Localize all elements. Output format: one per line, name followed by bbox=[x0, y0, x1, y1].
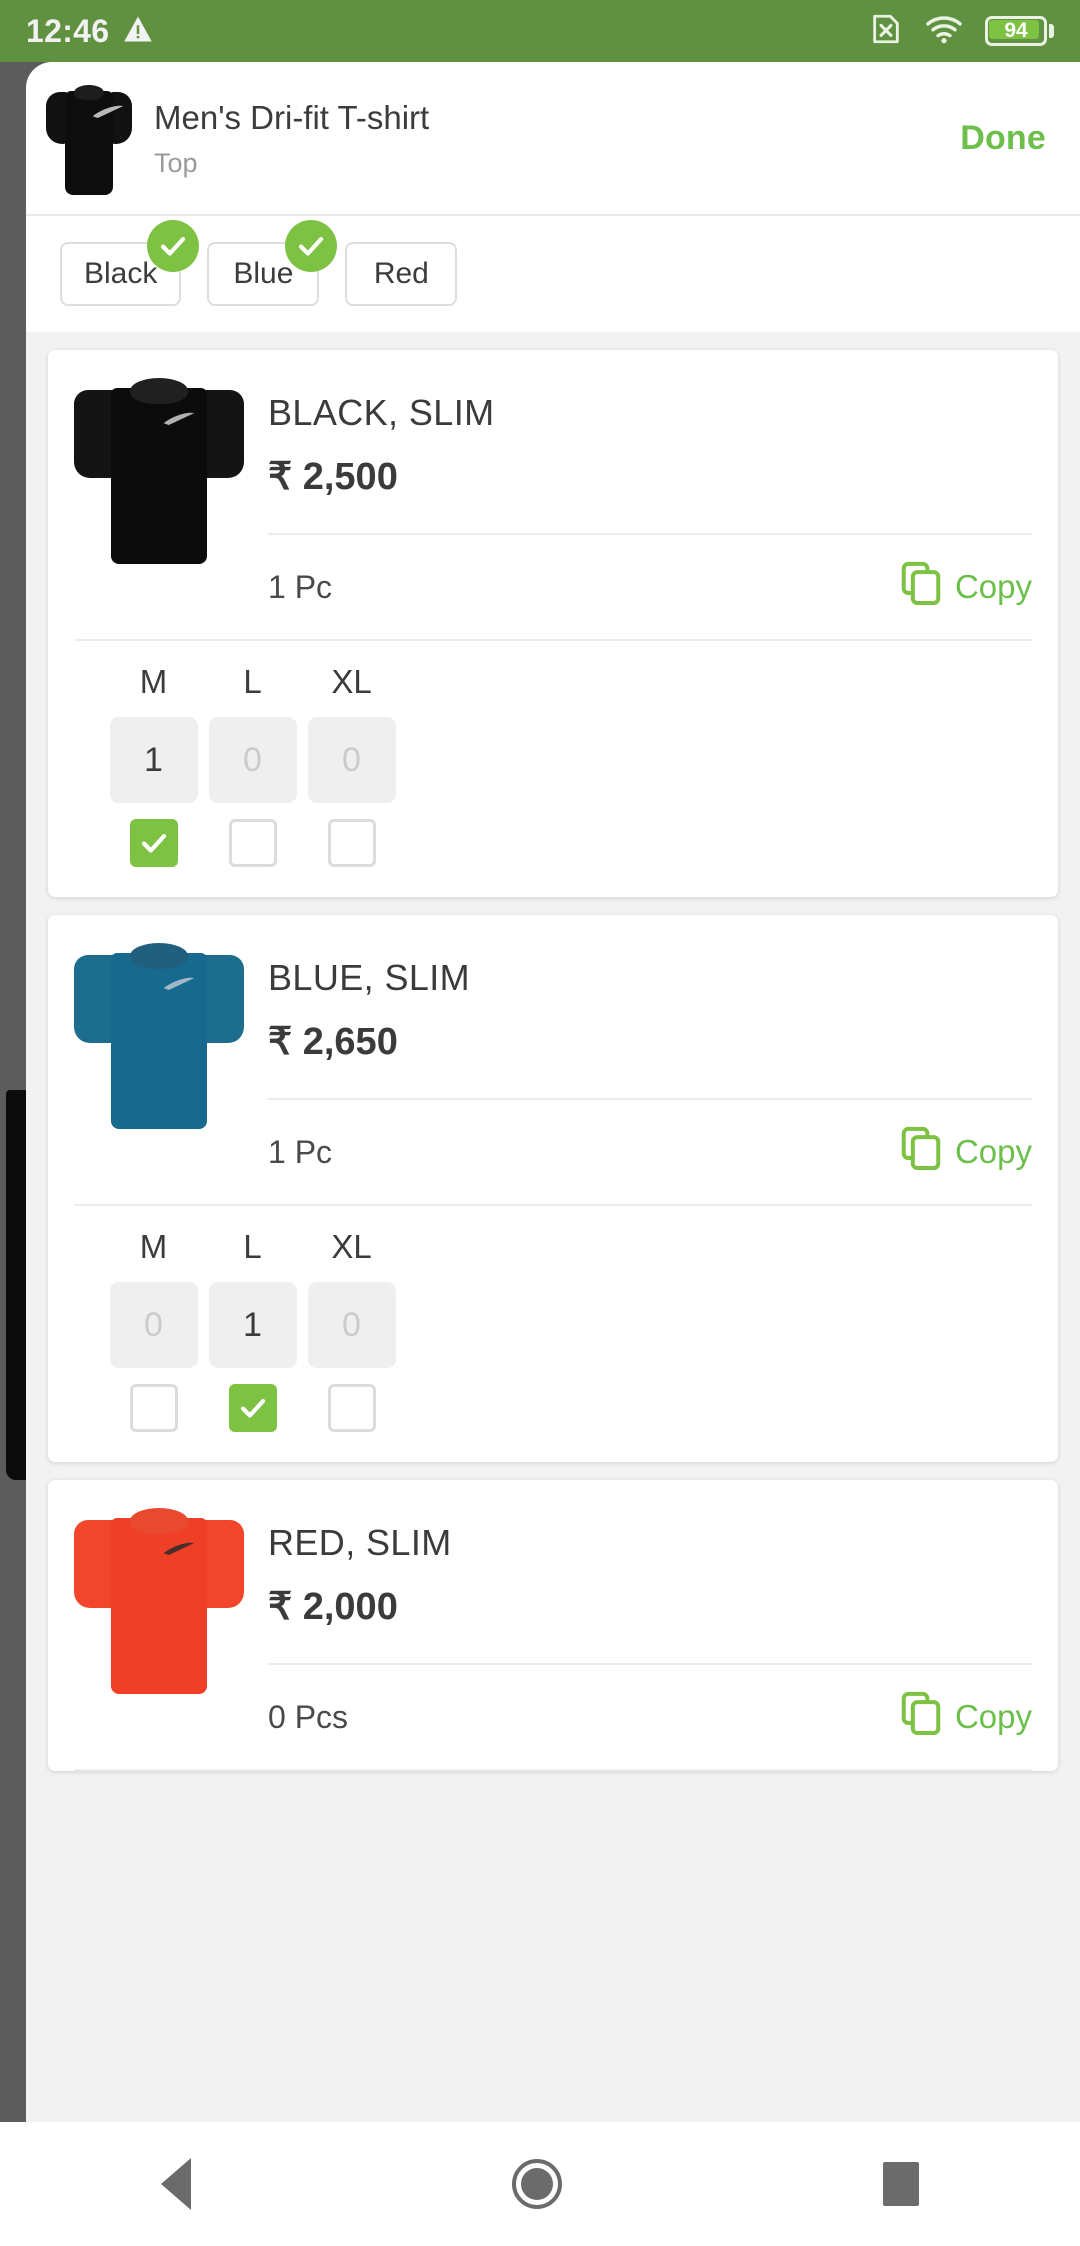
variant-name: BLACK, SLIM bbox=[268, 392, 495, 433]
nike-swoosh-icon bbox=[162, 412, 196, 426]
nike-swoosh-icon bbox=[91, 105, 125, 119]
product-thumbnail bbox=[46, 79, 132, 197]
size-quantity-input[interactable]: 0 bbox=[307, 1282, 396, 1368]
variant-name: BLUE, SLIM bbox=[268, 957, 471, 998]
copy-button[interactable]: Copy bbox=[901, 561, 1032, 613]
home-circle-icon[interactable] bbox=[511, 2159, 562, 2209]
variant-image bbox=[74, 933, 244, 1133]
card-divider-lower bbox=[74, 1769, 1032, 1771]
warning-triangle-icon bbox=[123, 15, 153, 48]
size-label: L bbox=[243, 1228, 262, 1265]
size-option-l[interactable]: L 1 bbox=[203, 1228, 302, 1432]
size-label: M bbox=[139, 1228, 168, 1265]
android-nav-bar bbox=[0, 2122, 1080, 2246]
size-quantity-input[interactable]: 0 bbox=[208, 717, 297, 803]
variant-price: ₹ 2,650 bbox=[268, 1021, 398, 1063]
variant-card[interactable]: RED, SLIM ₹ 2,000 0 Pcs Copy bbox=[48, 1480, 1058, 1771]
page-title: Men's Dri-fit T-shirt bbox=[154, 98, 430, 136]
variant-card[interactable]: BLACK, SLIM ₹ 2,500 1 Pc Copy M 1 L 0 XL… bbox=[48, 350, 1058, 897]
sheet-header: Men's Dri-fit T-shirt Top Done bbox=[26, 62, 1080, 214]
copy-label: Copy bbox=[954, 568, 1032, 605]
size-label: L bbox=[243, 663, 262, 700]
copy-icon bbox=[901, 561, 941, 613]
size-selector-row: M 1 L 0 XL 0 bbox=[48, 641, 1058, 897]
wifi-icon bbox=[925, 14, 963, 49]
size-quantity-input[interactable]: 1 bbox=[109, 717, 198, 803]
size-label: M bbox=[139, 663, 168, 700]
back-triangle-icon[interactable] bbox=[160, 2158, 191, 2210]
phone-screen: 12:46 94 Men's Dri-fit T-shirt Top Done … bbox=[0, 0, 1080, 2246]
variant-card-list: BLACK, SLIM ₹ 2,500 1 Pc Copy M 1 L 0 XL… bbox=[26, 350, 1080, 1771]
nike-swoosh-icon bbox=[162, 977, 196, 991]
copy-label: Copy bbox=[954, 1133, 1032, 1170]
variant-pieces-count: 1 Pc bbox=[268, 1133, 333, 1170]
color-chip-label: Red bbox=[345, 242, 458, 306]
size-option-m[interactable]: M 1 bbox=[104, 663, 203, 867]
size-checkbox[interactable] bbox=[228, 819, 277, 867]
size-option-m[interactable]: M 0 bbox=[104, 1228, 203, 1432]
size-checkbox[interactable] bbox=[228, 1384, 277, 1432]
product-category: Top bbox=[154, 148, 198, 179]
size-checkbox[interactable] bbox=[129, 1384, 178, 1432]
size-option-l[interactable]: L 0 bbox=[203, 663, 302, 867]
color-chip-red[interactable]: Red bbox=[345, 242, 458, 306]
check-badge-icon bbox=[147, 220, 200, 272]
size-option-xl[interactable]: XL 0 bbox=[302, 1228, 401, 1432]
sim-card-x-icon bbox=[869, 12, 903, 51]
color-chip-blue[interactable]: Blue bbox=[207, 220, 338, 306]
check-badge-icon bbox=[285, 220, 338, 272]
variant-image bbox=[74, 1498, 244, 1698]
copy-label: Copy bbox=[954, 1698, 1032, 1735]
variant-selection-sheet: Men's Dri-fit T-shirt Top Done Black Blu… bbox=[26, 62, 1080, 2122]
size-checkbox[interactable] bbox=[327, 1384, 376, 1432]
size-quantity-input[interactable]: 0 bbox=[307, 717, 396, 803]
variant-pieces-count: 0 Pcs bbox=[268, 1698, 349, 1735]
nike-swoosh-icon bbox=[162, 1542, 196, 1556]
variant-pieces-count: 1 Pc bbox=[268, 568, 333, 605]
status-bar-clock: 12:46 bbox=[26, 12, 110, 49]
battery-indicator: 94 bbox=[985, 16, 1054, 46]
color-chip-black[interactable]: Black bbox=[60, 220, 200, 306]
size-label: XL bbox=[331, 663, 372, 700]
copy-icon bbox=[901, 1126, 941, 1178]
color-filter-row: Black Blue Red bbox=[26, 216, 1080, 332]
battery-percent: 94 bbox=[1004, 19, 1028, 42]
size-selector-row: M 0 L 1 XL 0 bbox=[48, 1206, 1058, 1462]
done-button[interactable]: Done bbox=[960, 119, 1046, 158]
variant-image bbox=[74, 368, 244, 568]
recent-apps-square-icon[interactable] bbox=[883, 2162, 920, 2206]
size-option-xl[interactable]: XL 0 bbox=[302, 663, 401, 867]
size-checkbox[interactable] bbox=[129, 819, 178, 867]
copy-button[interactable]: Copy bbox=[901, 1126, 1032, 1178]
variant-name: RED, SLIM bbox=[268, 1522, 452, 1563]
size-checkbox[interactable] bbox=[327, 819, 376, 867]
copy-button[interactable]: Copy bbox=[901, 1691, 1032, 1743]
copy-icon bbox=[901, 1691, 941, 1743]
size-quantity-input[interactable]: 1 bbox=[208, 1282, 297, 1368]
size-quantity-input[interactable]: 0 bbox=[109, 1282, 198, 1368]
status-bar: 12:46 94 bbox=[0, 0, 1080, 62]
variant-price: ₹ 2,500 bbox=[268, 456, 398, 498]
variant-card[interactable]: BLUE, SLIM ₹ 2,650 1 Pc Copy M 0 L 1 XL … bbox=[48, 915, 1058, 1462]
variant-price: ₹ 2,000 bbox=[268, 1586, 398, 1628]
size-label: XL bbox=[331, 1228, 372, 1265]
